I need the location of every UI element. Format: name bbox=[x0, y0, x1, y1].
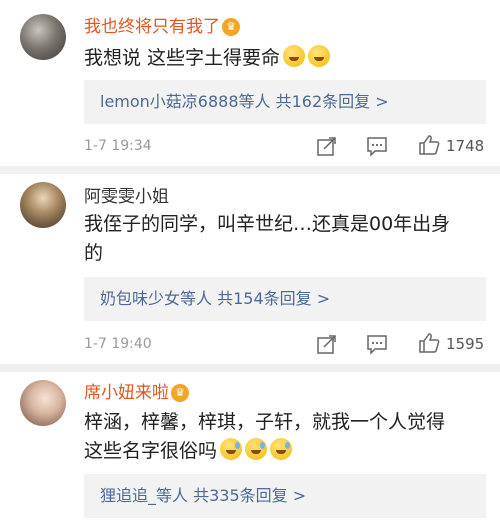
avatar[interactable] bbox=[20, 14, 66, 60]
comment-time: 1-7 19:34 bbox=[84, 138, 152, 154]
comment-username[interactable]: 席小妞来啦 ♛ bbox=[84, 378, 189, 403]
comment-text-content: 这些名字很俗吗 bbox=[84, 440, 218, 462]
like-count: 1748 bbox=[446, 137, 485, 155]
divider bbox=[0, 166, 500, 174]
like-icon[interactable] bbox=[418, 332, 440, 354]
emoji-icon bbox=[270, 438, 293, 460]
reply-users: 狸追追_等人 bbox=[100, 486, 189, 505]
comment-text-line: 的 bbox=[84, 242, 104, 264]
reply-link[interactable]: 奶包味少女等人 共154条回复 > bbox=[100, 277, 330, 321]
divider bbox=[0, 364, 500, 372]
emoji-icon bbox=[245, 438, 268, 460]
username-text: 我也终将只有我了 bbox=[84, 17, 220, 37]
comment-text-content: 我想说 这些字土得要命 bbox=[84, 47, 281, 69]
vip-crown-icon: ♛ bbox=[222, 18, 240, 36]
reply-total: 共154条回复 > bbox=[217, 289, 331, 308]
reply-total: 共335条回复 > bbox=[193, 486, 307, 505]
comment-item: 我也终将只有我了 ♛ 我想说 这些字土得要命 lemon小菇凉6888等人 共16… bbox=[0, 0, 500, 168]
emoji-icon bbox=[220, 438, 243, 460]
avatar[interactable] bbox=[20, 380, 66, 426]
comment-icon[interactable] bbox=[366, 333, 388, 355]
comment-text: 我想说 这些字土得要命 bbox=[84, 44, 484, 73]
comment-text-line: 这些名字很俗吗 bbox=[84, 437, 484, 466]
vip-crown-icon: ♛ bbox=[171, 384, 189, 402]
emoji-icon bbox=[308, 45, 331, 67]
emoji-icon bbox=[283, 45, 306, 67]
comment-text: 梓涵，梓馨，梓琪，子轩，就我一个人觉得 这些名字很俗吗 bbox=[84, 408, 484, 466]
like-count: 1595 bbox=[446, 335, 485, 353]
like-icon[interactable] bbox=[418, 134, 440, 156]
reply-link[interactable]: 狸追追_等人 共335条回复 > bbox=[100, 474, 306, 518]
comment-username[interactable]: 我也终将只有我了 ♛ bbox=[84, 12, 240, 37]
reply-link[interactable]: lemon小菇凉6888等人 共162条回复 > bbox=[100, 80, 389, 124]
comment-text-line: 我侄子的同学，叫辛世纪…还真是00年出身 bbox=[84, 213, 451, 235]
comment-icon[interactable] bbox=[366, 135, 388, 157]
reply-preview[interactable]: 狸追追_等人 共335条回复 > bbox=[84, 474, 486, 518]
comment-item: 席小妞来啦 ♛ 梓涵，梓馨，梓琪，子轩，就我一个人觉得 这些名字很俗吗 狸追追_等… bbox=[0, 372, 500, 522]
reply-preview[interactable]: lemon小菇凉6888等人 共162条回复 > bbox=[84, 80, 486, 124]
comment-item: 阿雯雯小姐 我侄子的同学，叫辛世纪…还真是00年出身 的 奶包味少女等人 共15… bbox=[0, 174, 500, 364]
reply-users: 奶包味少女等人 bbox=[100, 289, 213, 308]
repost-icon[interactable] bbox=[316, 135, 338, 157]
reply-users: lemon小菇凉6888等人 bbox=[100, 92, 271, 111]
reply-preview[interactable]: 奶包味少女等人 共154条回复 > bbox=[84, 277, 486, 321]
repost-icon[interactable] bbox=[316, 333, 338, 355]
comment-text: 我侄子的同学，叫辛世纪…还真是00年出身 的 bbox=[84, 210, 484, 268]
comment-time: 1-7 19:40 bbox=[84, 336, 152, 352]
username-text: 席小妞来啦 bbox=[84, 383, 169, 403]
comment-text-line: 梓涵，梓馨，梓琪，子轩，就我一个人觉得 bbox=[84, 411, 446, 433]
avatar[interactable] bbox=[20, 182, 66, 228]
reply-total: 共162条回复 > bbox=[275, 92, 389, 111]
comment-username[interactable]: 阿雯雯小姐 bbox=[84, 182, 169, 207]
